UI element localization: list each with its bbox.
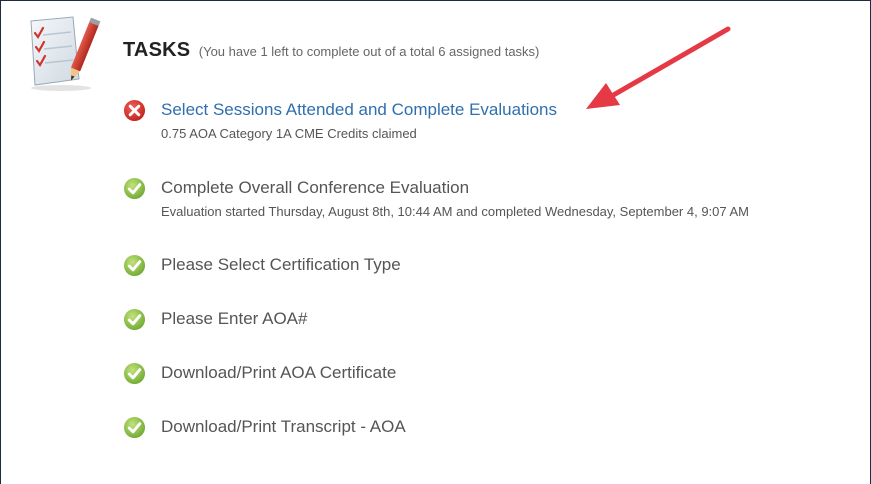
check-circle-icon [123,362,146,385]
task-item-aoa-transcript: Download/Print Transcript - AOA [123,414,863,440]
task-item-aoa-certificate: Download/Print AOA Certificate [123,360,863,386]
task-detail: 0.75 AOA Category 1A CME Credits claimed [161,126,417,141]
tasks-header: TASKS (You have 1 left to complete out o… [123,39,539,62]
check-circle-icon [123,308,146,331]
task-item-certification-type: Please Select Certification Type [123,252,863,278]
tasks-summary: (You have 1 left to complete out of a to… [198,44,540,59]
check-circle-icon [123,177,146,200]
select-sessions-link[interactable]: Select Sessions Attended and Complete Ev… [161,97,863,123]
tasks-panel: TASKS (You have 1 left to complete out o… [0,0,871,484]
page-title: TASKS [123,39,191,61]
task-title: Download/Print Transcript - AOA [161,417,406,436]
task-title: Please Enter AOA# [161,309,308,328]
task-title: Complete Overall Conference Evaluation [161,178,470,197]
task-title: Please Select Certification Type [161,255,401,274]
task-item-overall-evaluation: Complete Overall Conference Evaluation E… [123,175,863,219]
task-detail: Evaluation started Thursday, August 8th,… [161,204,750,219]
task-title: Download/Print AOA Certificate [161,363,397,382]
check-circle-icon [123,416,146,439]
task-list: Select Sessions Attended and Complete Ev… [123,97,863,440]
checklist-pencil-icon [30,16,101,91]
task-item-select-sessions: Select Sessions Attended and Complete Ev… [123,97,863,141]
x-circle-icon [123,99,146,122]
task-item-enter-aoa: Please Enter AOA# [123,306,863,332]
check-circle-icon [123,254,146,277]
